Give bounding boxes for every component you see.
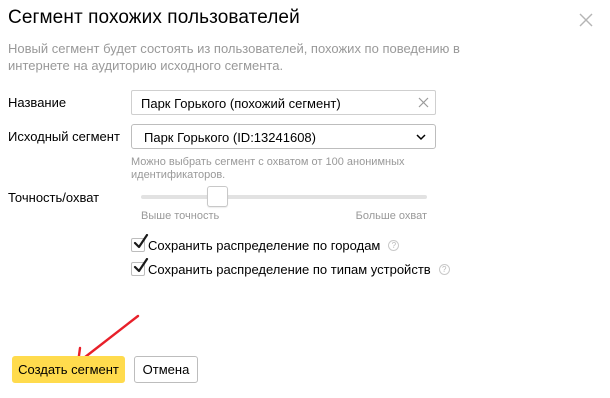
accuracy-slider-handle[interactable] [207,186,229,207]
dialog-description: Новый сегмент будет состоять из пользова… [8,41,460,73]
source-segment-select[interactable]: Парк Горького (ID:13241608) [131,124,436,149]
keep-cities-row: Сохранить распределение по городам ? [131,234,400,253]
cancel-button[interactable]: Отмена [134,356,198,383]
close-icon[interactable] [577,11,595,29]
help-icon[interactable]: ? [388,239,400,251]
keep-devices-label[interactable]: Сохранить распределение по типам устройс… [148,262,431,277]
help-icon[interactable]: ? [438,263,450,275]
similar-segment-dialog: Сегмент похожих пользователей Новый сегм… [0,0,610,398]
segment-name-value[interactable]: Парк Горького (похожий сегмент) [141,96,341,111]
slider-min-label: Выше точность [141,210,220,222]
source-segment-hint: Можно выбрать сегмент с охватом от 100 а… [131,156,405,181]
keep-cities-checkbox[interactable] [131,234,149,252]
keep-cities-label[interactable]: Сохранить распределение по городам [148,238,380,253]
accuracy-slider-track[interactable] [141,195,427,199]
dialog-title: Сегмент похожих пользователей [8,7,300,28]
keep-devices-checkbox[interactable] [131,258,149,276]
accuracy-label: Точность/охват [8,190,100,205]
checkmark-icon [133,258,149,273]
keep-devices-row: Сохранить распределение по типам устройс… [131,258,450,277]
source-segment-label: Исходный сегмент [8,129,120,144]
source-segment-value: Парк Горького (ID:13241608) [144,130,316,145]
chevron-down-icon [416,134,426,141]
segment-name-input[interactable]: Парк Горького (похожий сегмент) [131,90,436,115]
name-label: Название [8,95,67,110]
checkmark-icon [133,234,149,249]
clear-icon[interactable] [417,96,430,109]
create-segment-button[interactable]: Создать сегмент [12,356,125,383]
slider-max-label: Больше охват [355,210,427,222]
